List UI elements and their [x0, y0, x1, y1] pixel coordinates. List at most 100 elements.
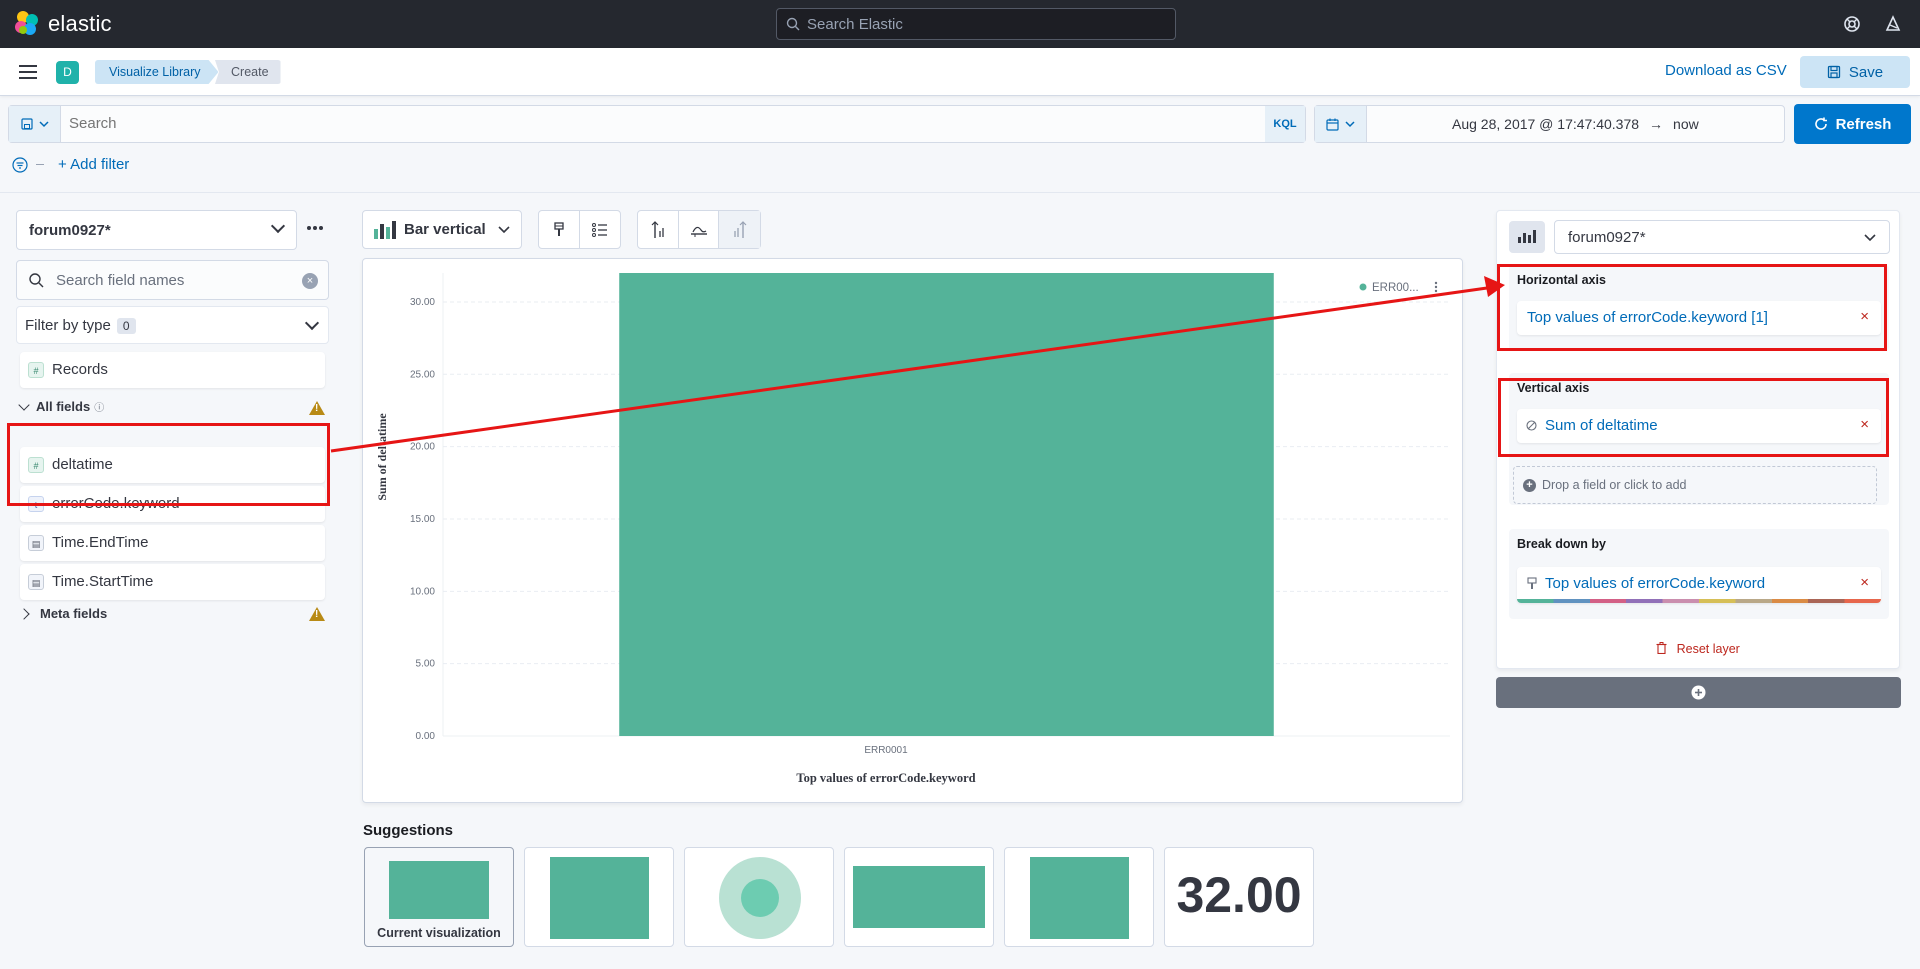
remove-icon[interactable]: × — [1860, 574, 1869, 591]
chart-type-switcher[interactable]: Bar vertical — [362, 210, 522, 249]
number-field-icon: # — [28, 362, 44, 378]
breakdown-dimension[interactable]: Top values of errorCode.keyword × — [1517, 567, 1881, 603]
query-search-input[interactable] — [69, 115, 969, 132]
refresh-label: Refresh — [1835, 115, 1892, 133]
suggestion-donut[interactable] — [684, 847, 834, 947]
vertical-axis-drop-zone[interactable]: + Drop a field or click to add — [1513, 466, 1877, 504]
chart-panel: 0.00 5.00 10.00 15.00 20.00 25.00 30.00 ERR000… — [362, 258, 1463, 803]
filter-icon[interactable] — [12, 156, 28, 173]
y-tick-label: 15.00 — [410, 514, 435, 525]
app-header: D Visualize Library Create Download as C… — [0, 48, 1920, 96]
index-pattern-select[interactable]: forum0927* — [16, 210, 297, 250]
visual-options-button[interactable] — [539, 211, 580, 248]
suggestion-preview-bar — [550, 857, 649, 939]
legend-button[interactable] — [580, 211, 621, 248]
more-options-icon[interactable] — [307, 226, 323, 230]
warning-icon — [309, 607, 325, 621]
reset-layer-label: Reset layer — [1676, 642, 1740, 656]
y-axis-title: Sum of deltatime — [375, 413, 389, 501]
dimension-label: Top values of errorCode.keyword — [1545, 575, 1766, 592]
refresh-button[interactable]: Refresh — [1794, 104, 1911, 144]
help-icon[interactable] — [1841, 13, 1863, 35]
chevron-down-icon — [1345, 121, 1355, 128]
legend-actions-icon[interactable] — [1434, 281, 1438, 293]
left-axis-button[interactable] — [638, 211, 679, 248]
field-name: Time.StartTime — [52, 573, 154, 590]
chevron-down-icon — [1864, 234, 1876, 242]
field-search-placeholder: Search field names — [56, 272, 185, 289]
bottom-axis-icon — [690, 226, 707, 237]
right-axis-icon — [734, 220, 747, 238]
color-palette-strip — [1517, 599, 1881, 603]
saved-query-button[interactable] — [9, 106, 61, 142]
y-tick-label: 10.00 — [410, 586, 435, 597]
date-field-icon: ▤ — [28, 574, 44, 590]
chevron-down-icon — [18, 398, 30, 411]
chart-type-label: Bar vertical — [404, 221, 486, 238]
bar-chart-icon — [374, 220, 396, 239]
suggestion-current-visualization[interactable]: Current visualization — [364, 847, 514, 947]
suggestion-preview-bar — [389, 861, 489, 919]
field-search-input[interactable]: Search field names × — [16, 260, 329, 300]
breadcrumb-create: Create — [215, 60, 281, 84]
legend-color-swatch — [1359, 283, 1367, 291]
field-item-records[interactable]: # Records — [20, 352, 325, 388]
y-tick-label: 30.00 — [410, 297, 435, 308]
date-end[interactable]: now — [1673, 116, 1699, 132]
suggestion-bar[interactable] — [524, 847, 674, 947]
suggestion-metric-value: 32.00 — [1176, 867, 1302, 923]
left-axis-icon — [651, 220, 664, 238]
field-item-time-endtime[interactable]: ▤ Time.EndTime — [20, 525, 325, 561]
y-tick-label: 0.00 — [416, 731, 436, 742]
info-icon: ⓘ — [94, 403, 105, 414]
suggestion-label: Current visualization — [377, 926, 501, 940]
right-axis-button[interactable] — [719, 211, 760, 248]
menu-icon[interactable] — [19, 65, 37, 79]
layer-chart-type-icon[interactable] — [1509, 221, 1545, 253]
breadcrumb-visualize-library[interactable]: Visualize Library — [95, 60, 219, 84]
clear-icon[interactable]: × — [302, 273, 318, 289]
suggestion-preview-donut-center — [741, 879, 779, 917]
filter-row: + Add filter — [12, 156, 129, 173]
x-axis-title: Top values of errorCode.keyword — [796, 771, 975, 785]
all-fields-toggle[interactable]: All fields ⓘ — [18, 398, 105, 414]
index-pattern-value: forum0927* — [29, 222, 111, 239]
chevron-right-icon — [18, 607, 30, 620]
query-bar: KQL — [8, 105, 1306, 143]
suggestions-title: Suggestions — [363, 822, 454, 839]
date-range[interactable]: Aug 28, 2017 @ 17:47:40.378 → now — [1452, 116, 1699, 132]
quick-select-button[interactable] — [1315, 106, 1367, 142]
layer-index-pattern-select[interactable]: forum0927* — [1554, 220, 1890, 254]
bar-chart[interactable]: 0.00 5.00 10.00 15.00 20.00 25.00 30.00 ERR000… — [363, 259, 1462, 802]
download-csv-link[interactable]: Download as CSV — [1665, 62, 1787, 79]
add-layer-button[interactable] — [1496, 677, 1901, 708]
suggestion-metric[interactable]: 32.00 — [1164, 847, 1314, 947]
chevron-down-icon — [498, 225, 510, 233]
field-list-panel: forum0927* Search field names × Filter b… — [0, 193, 345, 969]
filter-count-badge: 0 — [116, 318, 136, 334]
date-start[interactable]: Aug 28, 2017 @ 17:47:40.378 — [1452, 116, 1639, 132]
kql-toggle[interactable]: KQL — [1265, 106, 1305, 142]
save-button[interactable]: Save — [1800, 56, 1910, 88]
reset-layer-button[interactable]: Reset layer — [1497, 642, 1899, 656]
suggestion-area[interactable] — [1004, 847, 1154, 947]
brush-icon — [554, 221, 564, 236]
trash-icon — [1656, 642, 1667, 655]
bar-err0001[interactable] — [619, 273, 1274, 736]
global-search-input[interactable]: Search Elastic — [776, 8, 1176, 40]
bottom-axis-button[interactable] — [679, 211, 720, 248]
y-tick-label: 25.00 — [410, 369, 435, 380]
app-name: elastic — [48, 11, 112, 36]
suggestion-horizontal-bar[interactable] — [844, 847, 994, 947]
y-tick-label: 20.00 — [410, 442, 435, 453]
elastic-logo[interactable]: elastic — [14, 10, 112, 38]
search-icon — [29, 273, 44, 288]
filter-by-type-dropdown[interactable]: Filter by type 0 — [16, 306, 329, 344]
newsfeed-icon[interactable] — [1882, 13, 1904, 35]
meta-fields-toggle[interactable]: Meta fields — [18, 606, 107, 621]
legend-item-label[interactable]: ERR00... — [1372, 282, 1419, 294]
add-filter-button[interactable]: + Add filter — [58, 156, 129, 173]
saved-query-icon — [20, 118, 33, 130]
field-item-time-starttime[interactable]: ▤ Time.StartTime — [20, 564, 325, 600]
space-avatar[interactable]: D — [56, 61, 79, 84]
